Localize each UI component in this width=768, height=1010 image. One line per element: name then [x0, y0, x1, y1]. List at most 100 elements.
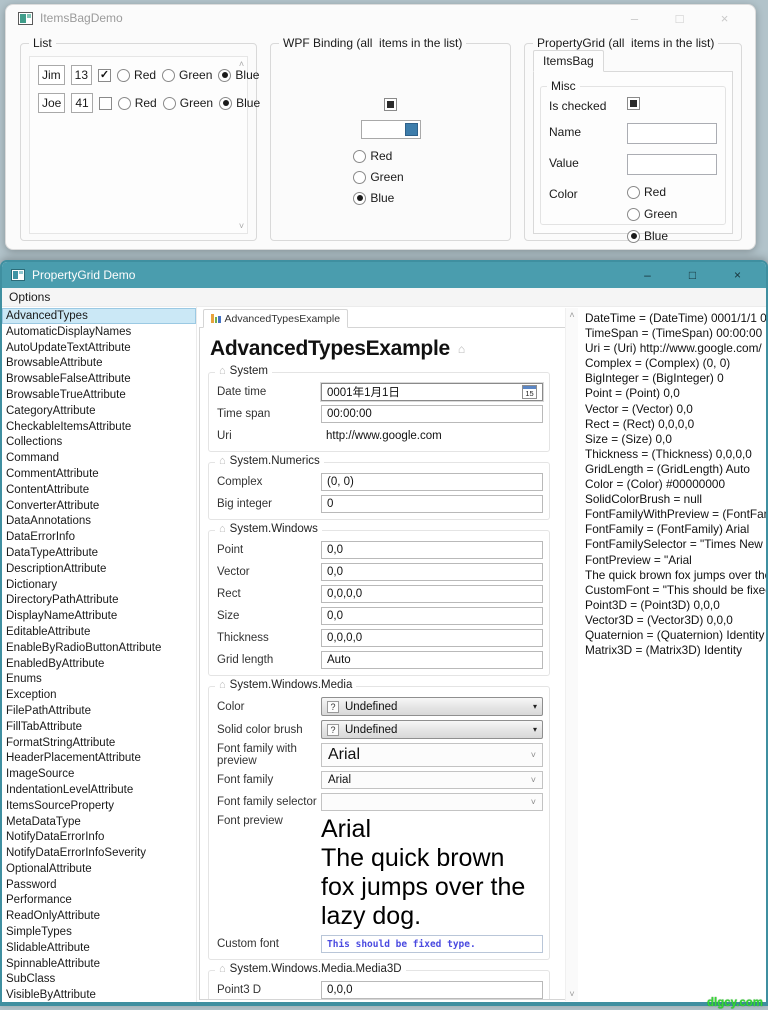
thickness-input[interactable]: 0,0,0,0 [321, 629, 543, 647]
sidebar-item[interactable]: DirectoryPathAttribute [2, 592, 196, 608]
scroll-down-icon[interactable]: ˅ [239, 221, 244, 231]
is-checked-checkbox[interactable] [627, 97, 640, 110]
vector-input[interactable]: 0,0 [321, 563, 543, 581]
category-house-icon[interactable]: ⌂ [219, 455, 226, 467]
sidebar-item[interactable]: Password [2, 877, 196, 893]
sidebar-item[interactable]: FilePathAttribute [2, 703, 196, 719]
sidebar-item[interactable]: AdvancedTypes [2, 308, 196, 324]
sidebar-item[interactable]: SimpleTypes [2, 924, 196, 940]
sidebar-item[interactable]: NotifyDataErrorInfoSeverity [2, 845, 196, 861]
sidebar-item[interactable]: ReadOnlyAttribute [2, 908, 196, 924]
custom-font-input[interactable]: This should be fixed type. [321, 935, 543, 953]
font-family-selector-combo[interactable]: ˅ [321, 793, 543, 811]
sidebar-item[interactable]: Exception [2, 687, 196, 703]
sidebar-item[interactable]: AutomaticDisplayNames [2, 324, 196, 340]
age-field[interactable]: 41 [71, 93, 93, 113]
sidebar-item[interactable]: DisplayNameAttribute [2, 608, 196, 624]
maximize-icon[interactable]: □ [657, 11, 702, 26]
sidebar-item[interactable]: AutoUpdateTextAttribute [2, 340, 196, 356]
radio-green[interactable] [162, 96, 176, 110]
sidebar-item[interactable]: IndentationLevelAttribute [2, 782, 196, 798]
point3d-input[interactable]: 0,0,0 [321, 981, 543, 999]
sidebar-item[interactable]: FillTabAttribute [2, 719, 196, 735]
sidebar-item[interactable]: BrowsableAttribute [2, 355, 196, 371]
complex-input[interactable]: (0, 0) [321, 473, 543, 491]
scroll-down-icon[interactable]: ˅ [569, 989, 574, 999]
sidebar-item[interactable]: Performance [2, 892, 196, 908]
radio-blue[interactable] [218, 68, 232, 82]
pg-titlebar[interactable]: PropertyGrid Demo – □ × [2, 262, 766, 288]
size-input[interactable]: 0,0 [321, 607, 543, 625]
sidebar-item[interactable]: DescriptionAttribute [2, 561, 196, 577]
sidebar-item[interactable]: DataErrorInfo [2, 529, 196, 545]
sidebar-item[interactable]: VisibleByAttribute [2, 987, 196, 1002]
sidebar-item[interactable]: CategoryAttribute [2, 403, 196, 419]
checked-checkbox[interactable]: ✓ [98, 68, 112, 82]
maximize-icon[interactable]: □ [670, 268, 715, 282]
category-house-icon[interactable]: ⌂ [219, 963, 226, 975]
sidebar-item[interactable]: EnableByRadioButtonAttribute [2, 640, 196, 656]
rect-input[interactable]: 0,0,0,0 [321, 585, 543, 603]
sidebar-item[interactable]: Collections [2, 434, 196, 450]
sidebar-item[interactable]: SubClass [2, 971, 196, 987]
sidebar-item[interactable]: DataTypeAttribute [2, 545, 196, 561]
big-integer-input[interactable]: 0 [321, 495, 543, 513]
radio-blue[interactable] [219, 96, 233, 110]
list-item-jim[interactable]: Jim 13 ✓ Red Green Blue [38, 65, 259, 85]
sidebar-item[interactable]: EditableAttribute [2, 624, 196, 640]
close-icon[interactable]: × [702, 11, 747, 26]
indeterminate-checkbox[interactable] [384, 98, 397, 111]
grid-length-input[interactable]: Auto [321, 651, 543, 669]
itemsbag-titlebar[interactable]: ItemsBagDemo – □ × [6, 5, 755, 31]
radio-blue[interactable] [353, 191, 367, 205]
sidebar-item[interactable]: ConverterAttribute [2, 498, 196, 514]
color-dropdown[interactable]: ? Undefined ▾ [321, 697, 543, 716]
sidebar-item[interactable]: BrowsableTrueAttribute [2, 387, 196, 403]
calendar-icon[interactable]: 15 [522, 385, 537, 399]
sidebar-item[interactable]: BrowsableFalseAttribute [2, 371, 196, 387]
menu-options[interactable]: Options [2, 290, 57, 304]
sidebar-item[interactable]: NotifyDataErrorInfo [2, 829, 196, 845]
uri-value[interactable]: http://www.google.com [321, 430, 543, 442]
value-input[interactable] [627, 154, 717, 175]
color-swatch-box[interactable] [360, 120, 421, 139]
scroll-up-icon[interactable]: ˄ [239, 59, 244, 69]
category-house-icon[interactable]: ⌂ [219, 365, 226, 377]
radio-green[interactable] [353, 170, 367, 184]
minimize-icon[interactable]: – [625, 268, 670, 282]
radio-red[interactable] [627, 185, 640, 199]
tab-itemsbag[interactable]: ItemsBag [533, 50, 604, 72]
scroll-up-icon[interactable]: ˄ [569, 310, 574, 320]
list-item-joe[interactable]: Joe 41 Red Green Blue [38, 93, 260, 113]
point-input[interactable]: 0,0 [321, 541, 543, 559]
list-scrollbar[interactable]: ˄ ˅ [236, 57, 247, 233]
items-listbox[interactable]: ˄ ˅ Jim 13 ✓ Red Green Blue Joe 41 Red G… [29, 56, 260, 234]
sidebar-item[interactable]: SpinnableAttribute [2, 956, 196, 972]
age-field[interactable]: 13 [70, 65, 93, 85]
sidebar-item[interactable]: CommentAttribute [2, 466, 196, 482]
font-family-with-preview-combo[interactable]: Arial ˅ [321, 743, 543, 767]
tab-advancedtypesexample[interactable]: AdvancedTypesExample [203, 309, 349, 328]
house-icon[interactable]: ⌂ [458, 342, 465, 356]
sidebar-item[interactable]: ImageSource [2, 766, 196, 782]
name-field[interactable]: Jim [38, 65, 65, 85]
sidebar-item[interactable]: SlidableAttribute [2, 940, 196, 956]
radio-red[interactable] [353, 149, 367, 163]
name-input[interactable] [627, 123, 717, 144]
minimize-icon[interactable]: – [612, 11, 657, 26]
sidebar-item[interactable]: HeaderPlacementAttribute [2, 750, 196, 766]
center-scrollbar[interactable]: ˄ ˅ [565, 308, 578, 1001]
time-span-input[interactable]: 00:00:00 [321, 405, 543, 423]
radio-blue[interactable] [627, 229, 640, 243]
sidebar-item[interactable]: FormatStringAttribute [2, 735, 196, 751]
category-house-icon[interactable]: ⌂ [219, 523, 226, 535]
sidebar-item[interactable]: Enums [2, 671, 196, 687]
sidebar-item[interactable]: Command [2, 450, 196, 466]
radio-red[interactable] [117, 96, 131, 110]
close-icon[interactable]: × [715, 268, 760, 282]
date-time-input[interactable]: 0001年1月1日 15 [321, 383, 543, 401]
category-house-icon[interactable]: ⌂ [219, 679, 226, 691]
sidebar-item[interactable]: CheckableItemsAttribute [2, 419, 196, 435]
sidebar-item[interactable]: MetaDataType [2, 814, 196, 830]
sidebar-item[interactable]: ContentAttribute [2, 482, 196, 498]
